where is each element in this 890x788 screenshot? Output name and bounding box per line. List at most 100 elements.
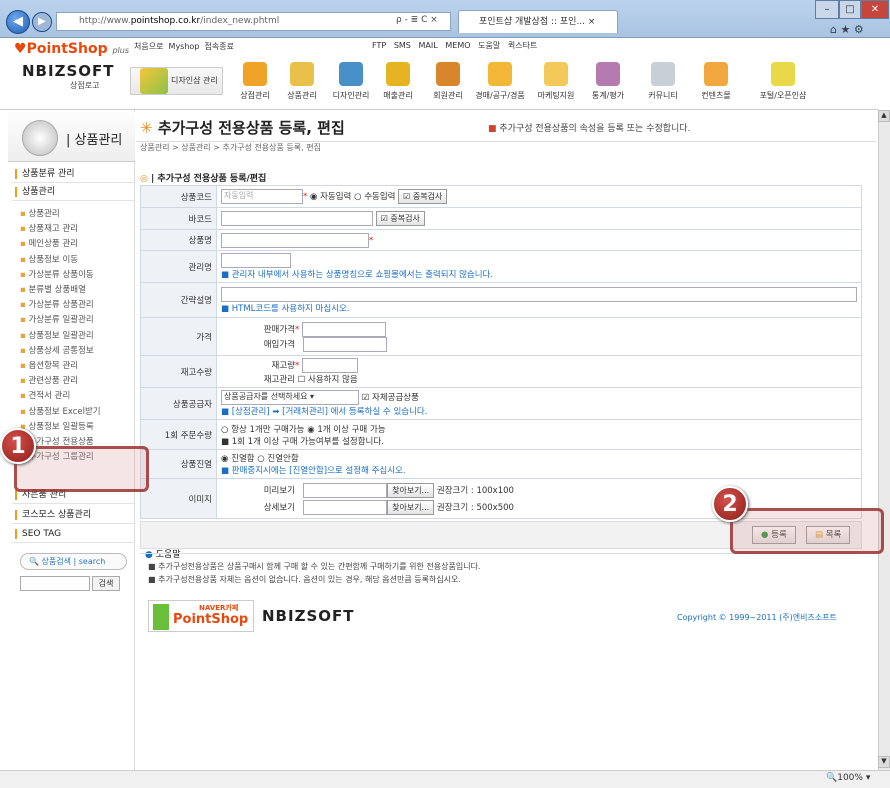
menu-portal[interactable]: 포털/오픈인샵: [748, 62, 818, 101]
radio-order-one[interactable]: ○ 항상 1개만 구매가능: [221, 425, 305, 435]
page-title: ✳ 추가구성 전용상품 등록, 편집: [140, 119, 345, 137]
menu-sales-admin[interactable]: 매출관리: [370, 62, 426, 101]
forward-button-icon[interactable]: ▶: [32, 12, 52, 32]
sidebar-item[interactable]: 분류별 상품배열: [20, 283, 85, 295]
community-icon: [651, 62, 675, 86]
circle-icon: ◎: [140, 174, 148, 184]
sidebar-item[interactable]: 상품정보 이동: [20, 253, 78, 265]
maximize-button[interactable]: □: [839, 0, 861, 19]
design-icon: [339, 62, 363, 86]
sell-price-input[interactable]: [301, 321, 386, 337]
pointshop-logo[interactable]: ♥PointShop plus: [14, 41, 129, 57]
menu-product-admin[interactable]: 상품관리: [274, 62, 330, 101]
sidebar-item[interactable]: 옵션항목 관리: [20, 359, 78, 371]
radio-display-on[interactable]: ◉ 진열함: [221, 454, 255, 464]
home-link[interactable]: 처음으로: [134, 42, 163, 51]
preview-file-input[interactable]: [303, 482, 388, 498]
stock-input[interactable]: [301, 358, 358, 373]
help-line-1: ■ 추가구성전용상품은 상품구매시 함께 구매 할 수 있는 간편함께 구매하기…: [148, 562, 481, 571]
tab-close-icon[interactable]: ×: [588, 17, 596, 27]
row-price: 가격 판매가격* 매입가격: [140, 317, 862, 356]
self-supply-checkbox[interactable]: ☑ 자체공급상품: [362, 393, 419, 403]
preview-browse-button[interactable]: 찾아보기...: [387, 482, 435, 498]
sidebar-item[interactable]: 가상분류 상품관리: [20, 298, 93, 310]
minimize-button[interactable]: –: [815, 0, 839, 19]
row-barcode: 바코드 ☑ 중복검사: [140, 207, 862, 230]
sidebar-item[interactable]: 메인상품 관리: [20, 237, 78, 249]
label-image: 이미지: [140, 478, 217, 519]
sidebar-item[interactable]: 상품정보 일괄등록: [20, 420, 93, 432]
myshop-link[interactable]: Myshop: [169, 42, 200, 51]
home-star-gear-icons[interactable]: ⌂ ★ ⚙: [830, 23, 864, 36]
sidebar-group-seo[interactable]: SEO TAG: [12, 526, 134, 543]
radio-order-multi[interactable]: ◉ 1개 이상 구매 가능: [307, 425, 385, 435]
sidebar-item[interactable]: 관련상품 관리: [20, 374, 78, 386]
pointshop-footer-text: PointShop: [173, 612, 249, 627]
sidebar-item[interactable]: 상품상세 공통정보: [20, 344, 93, 356]
sidebar-item[interactable]: 가상분류 상품이동: [20, 268, 93, 280]
callout-box-2: [730, 508, 884, 554]
radio-manual[interactable]: ○ 수동입력: [354, 192, 395, 202]
vertical-scrollbar[interactable]: [878, 110, 890, 770]
radio-display-off[interactable]: ○ 진열안함: [257, 454, 298, 464]
ftp-link[interactable]: FTP: [372, 41, 386, 50]
product-name-input[interactable]: [221, 232, 369, 248]
member-icon: [436, 62, 460, 86]
supplier-select[interactable]: 상품공급자를 선택하세요 ▾: [221, 390, 359, 405]
quickstart-link[interactable]: 퀵스타트: [508, 41, 537, 50]
logout-link[interactable]: 접속종료: [205, 42, 234, 51]
required-mark: *: [303, 192, 308, 202]
sidebar-item[interactable]: 가상분류 일괄관리: [20, 313, 93, 325]
radio-auto[interactable]: ◉ 자동입력: [310, 192, 351, 202]
menu-auction[interactable]: 경매/공구/경품: [468, 62, 532, 101]
sidebar-group-category[interactable]: 상품분류 관리: [12, 166, 134, 183]
sidebar-search-button[interactable]: 검색: [92, 576, 120, 591]
dup-check-button[interactable]: ☑ 중복검사: [398, 189, 448, 204]
auction-icon: [488, 62, 512, 86]
barcode-dup-check-button[interactable]: ☑ 중복검사: [375, 211, 425, 226]
row-product-code: 상품코드 자동입력 * ◉ 자동입력 ○ 수동입력 ☑ 중복검사: [140, 185, 862, 208]
sidebar-item[interactable]: 견적서 관리: [20, 389, 70, 401]
nbizsoft-logo: NBIZSOFT: [22, 62, 115, 80]
mgmt-name-input[interactable]: [221, 253, 291, 268]
scroll-up-icon[interactable]: ▲: [878, 110, 890, 122]
menu-stats[interactable]: 통계/평가: [580, 62, 636, 101]
help-link[interactable]: 도움말: [478, 41, 500, 50]
label-short-desc: 간략설명: [140, 282, 217, 318]
shop-icon: [243, 62, 267, 86]
row-stock: 재고수량 재고량* 재고관리 ☐ 사용하지 않음: [140, 355, 862, 388]
sidebar-item[interactable]: 상품정보 일괄관리: [20, 329, 93, 341]
product-form: 상품코드 자동입력 * ◉ 자동입력 ○ 수동입력 ☑ 중복검사 바코드 ☑ 중복…: [140, 185, 862, 519]
stock-nouse-checkbox[interactable]: ☐ 사용하지 않음: [298, 375, 358, 385]
menu-contents[interactable]: 컨텐츠몰: [688, 62, 744, 101]
shop-logo-link[interactable]: 상점로고: [70, 80, 99, 91]
barcode-input[interactable]: [221, 211, 373, 226]
sidebar-item[interactable]: 상품관리: [20, 207, 59, 219]
menu-community[interactable]: 커뮤니티: [635, 62, 691, 101]
detail-browse-button[interactable]: 찾아보기...: [387, 499, 435, 515]
sms-link[interactable]: SMS: [394, 41, 411, 50]
back-button-icon[interactable]: ◀: [6, 10, 30, 34]
mail-link[interactable]: MAIL: [419, 41, 438, 50]
menu-marketing[interactable]: 마케팅지원: [528, 62, 584, 101]
sidebar-search-input[interactable]: [20, 576, 90, 591]
browser-tab[interactable]: 포인트샵 개발상점 :: 포인... ×: [458, 10, 618, 33]
detail-file-input[interactable]: [303, 499, 388, 515]
buy-price-input[interactable]: [303, 336, 388, 352]
address-controls[interactable]: ρ - ≣ C ×: [396, 15, 438, 25]
sidebar-group-cosmos[interactable]: 코스모스 상품관리: [12, 507, 134, 524]
row-order-qty: 1회 주문수량 ○ 항상 1개만 구매가능 ◉ 1개 이상 구매 가능 ■ 1회 …: [140, 419, 862, 450]
mgmt-note: ■ 관리자 내부에서 사용하는 상품명칭으로 쇼핑몰에서는 출력되지 않습니다.: [221, 270, 494, 280]
memo-link[interactable]: MEMO: [445, 41, 470, 50]
close-button[interactable]: ✕: [861, 0, 889, 19]
label-price: 가격: [140, 317, 217, 356]
address-bar[interactable]: http://www.pointshop.co.kr/index_new.pht…: [56, 12, 451, 31]
sidebar-item[interactable]: 상품정보 Excel받기: [20, 405, 100, 417]
product-code-input[interactable]: 자동입력: [221, 189, 303, 204]
sidebar-group-product[interactable]: 상품관리: [12, 184, 134, 201]
preview-label: 미리보기: [263, 485, 295, 496]
sidebar-item[interactable]: 상품재고 관리: [20, 222, 78, 234]
short-desc-input[interactable]: [221, 286, 857, 302]
zoom-level[interactable]: 🔍100% ▾: [826, 773, 870, 783]
scroll-down-icon[interactable]: ▼: [878, 756, 890, 768]
